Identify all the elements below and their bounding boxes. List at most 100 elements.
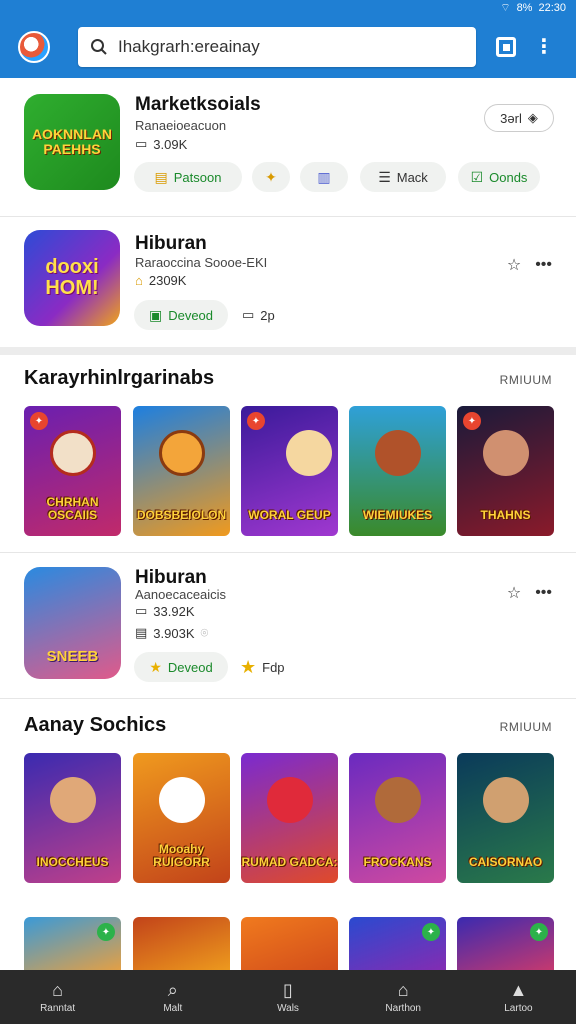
nav-item-narthon[interactable]: ⌂ Narthon [346, 970, 461, 1024]
chip-mack[interactable]: ☰ Mack [360, 162, 446, 192]
character-image [482, 777, 529, 823]
app-title: Hiburan [135, 233, 207, 254]
game-tile[interactable]: ✦ CHRHAN OSCAIIS [24, 406, 121, 536]
row-actions: ☆ ••• [507, 255, 552, 275]
info-icon: ⌾ [200, 625, 209, 640]
app-title: Hiburan [135, 567, 207, 588]
section-title: Karayrhinlrgarinabs [24, 367, 215, 389]
chip-patsoon[interactable]: ▤ Patsoon [134, 162, 242, 192]
app-row[interactable]: SNEEB Hiburan Aanoecaceaicis ▭ 33.92K ▤ … [0, 553, 576, 698]
chip-deveod[interactable]: ★ Deveod [134, 652, 228, 682]
more-icon[interactable]: ••• [535, 256, 552, 274]
search-input[interactable] [118, 37, 458, 57]
chip-deveod[interactable]: ▣ Deveod [134, 300, 228, 330]
bookmark-icon: ▭ [135, 136, 148, 151]
search-icon [91, 39, 107, 55]
clock: 22:30 [538, 2, 566, 14]
character-image [374, 777, 421, 823]
character-image [482, 430, 529, 476]
section-divider [0, 347, 576, 355]
home-icon: ⌂ [52, 979, 64, 1000]
book-icon: ▥ [317, 168, 331, 185]
game-tile[interactable] [241, 917, 338, 977]
game-tile[interactable]: CAISORNAO [457, 753, 554, 883]
app-logo[interactable] [18, 31, 50, 63]
app-icon[interactable]: AOKNNLAN PAEHHS [24, 94, 120, 190]
character-image [266, 777, 313, 823]
nav-item-lartoo[interactable]: ▲ Lartoo [461, 970, 576, 1024]
app-subtitle: Aanoecaceaicis [135, 587, 227, 602]
app-meta: ▤ 3.903K ⌾ [135, 625, 209, 641]
app-subtitle: Ranaeioeacuon [135, 118, 227, 133]
download-icon: ▣ [148, 306, 163, 323]
game-tile[interactable]: ✦ THAHNS [457, 406, 554, 536]
screen-icon: ▭ [242, 307, 255, 322]
character-image [158, 430, 205, 476]
chip-2p[interactable]: ▭ 2p [242, 307, 275, 323]
bookmark-icon: ▭ [135, 603, 148, 618]
game-tile[interactable]: Mooahy RUIGORR [133, 753, 230, 883]
app-row[interactable]: AOKNNLAN PAEHHS Marketksoials Ranaeioeac… [0, 78, 576, 216]
signal-icon: ⌔ [500, 2, 511, 14]
game-tile[interactable]: ✦ [24, 917, 121, 977]
tablet-icon: ▯ [283, 979, 293, 1000]
app-title: Marketksoials [135, 94, 261, 115]
app-meta: ▭ 33.92K [135, 603, 195, 619]
character-image [49, 430, 96, 476]
star-add-icon[interactable]: ☆ [507, 255, 521, 275]
section-more-link[interactable]: RMIUUM [500, 720, 552, 734]
game-tile[interactable]: ✦ WORAL GEUP [241, 406, 338, 536]
chip-fdp[interactable]: ★ Fdp [240, 657, 285, 678]
chip-book[interactable]: ▥ [300, 162, 348, 192]
calendar-icon: ▤ [135, 625, 148, 640]
app-row[interactable]: dooxi HOM! Hiburan Raraoccina Soooe-EKI … [0, 217, 576, 347]
more-options-icon[interactable]: ⋮ [534, 37, 554, 57]
tag-icon: ⌂ [135, 273, 143, 288]
divider [0, 698, 576, 699]
check-icon: ☑ [470, 168, 484, 185]
section-more-link[interactable]: RMIUUM [500, 373, 552, 387]
search-box[interactable] [78, 27, 476, 67]
character-image [374, 430, 421, 476]
game-tile[interactable]: DOBSBEIOLON [133, 406, 230, 536]
character-image [49, 777, 96, 823]
badge-icon: ✦ [97, 923, 115, 941]
chip-star-folder[interactable]: ✦ [252, 162, 290, 192]
library-icon: ▲ [509, 979, 528, 1000]
list-icon: ☰ [378, 168, 391, 185]
top-app-bar: ⋮ [0, 16, 576, 78]
game-tile[interactable]: WIEMIUKES [349, 406, 446, 536]
star-icon: ★ [149, 658, 162, 675]
badge-icon: ✦ [530, 923, 548, 941]
badge-icon: ✦ [247, 412, 265, 430]
nav-item-wals[interactable]: ▯ Wals [230, 970, 345, 1024]
search-icon: ⌕ [167, 979, 178, 1000]
nav-item-home[interactable]: ⌂ Ranntat [0, 970, 115, 1024]
folder-star-icon: ✦ [265, 168, 277, 185]
scan-icon[interactable] [496, 37, 516, 57]
game-tile[interactable]: FROCKANS [349, 753, 446, 883]
chip-oonds[interactable]: ☑ Oonds [458, 162, 540, 192]
game-tile[interactable]: RUMAD GADCA: [241, 753, 338, 883]
share-icon: ◈ [527, 110, 538, 125]
game-tile[interactable]: INOCCHEUS [24, 753, 121, 883]
game-tile[interactable]: ✦ [457, 917, 554, 977]
game-tile[interactable]: ✦ [349, 917, 446, 977]
star-add-icon[interactable]: ☆ [507, 583, 521, 603]
app-subtitle: Raraoccina Soooe-EKI [135, 255, 268, 270]
section-title: Aanay Sochics [24, 714, 167, 736]
battery-level: 8% [516, 2, 533, 14]
app-meta: ▭ 3.09K [135, 136, 188, 152]
star-icon: ★ [240, 657, 257, 677]
badge-icon: ✦ [463, 412, 481, 430]
nav-item-search[interactable]: ⌕ Malt [115, 970, 230, 1024]
row-actions: ☆ ••• [507, 583, 552, 603]
store-icon: ⌂ [397, 979, 409, 1000]
more-icon[interactable]: ••• [535, 584, 552, 602]
character-image [158, 777, 205, 823]
bottom-navigation: ⌂ Ranntat ⌕ Malt ▯ Wals ⌂ Narthon ▲ Lart… [0, 970, 576, 1024]
app-icon[interactable]: dooxi HOM! [24, 230, 120, 326]
install-pill[interactable]: 3ərl ◈ [484, 104, 554, 132]
game-tile[interactable] [133, 917, 230, 977]
app-icon[interactable]: SNEEB [24, 567, 121, 679]
